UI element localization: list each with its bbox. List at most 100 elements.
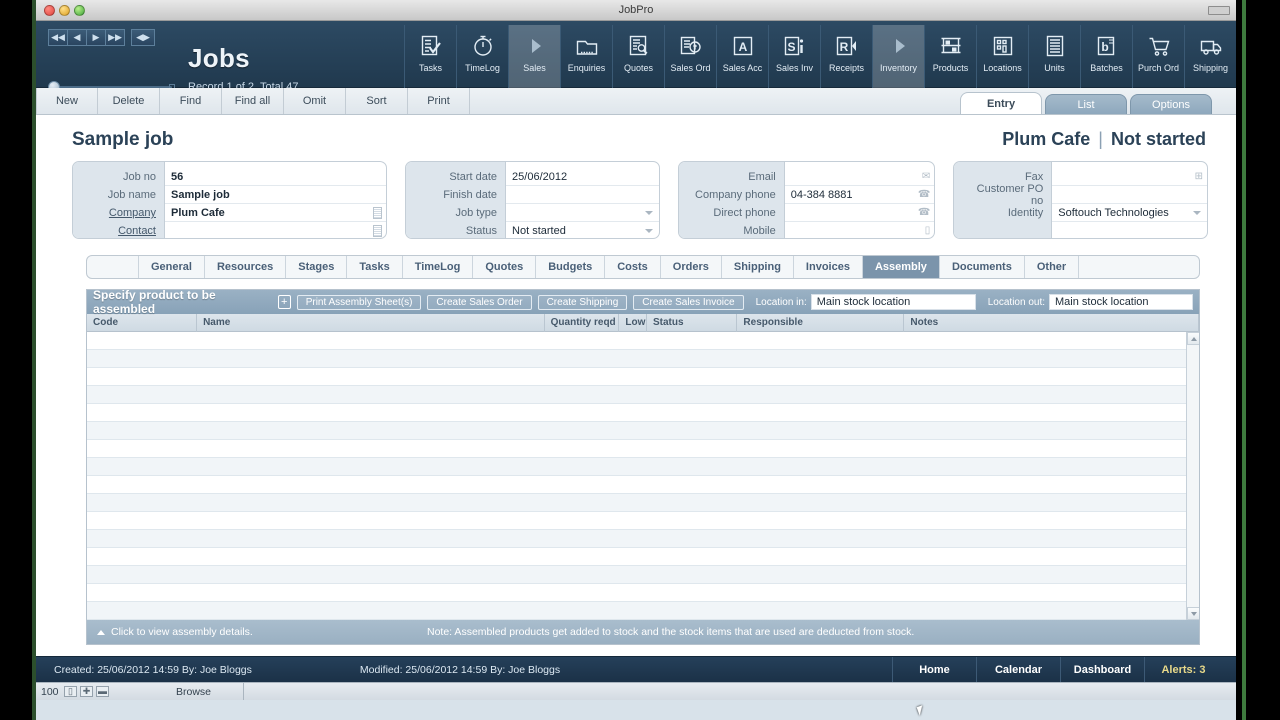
new-button[interactable]: New — [36, 88, 98, 114]
table-row[interactable] — [87, 386, 1199, 404]
mobile-icon[interactable]: ▯ — [925, 225, 931, 237]
table-row[interactable] — [87, 368, 1199, 386]
table-row[interactable] — [87, 530, 1199, 548]
view-assembly-details-link[interactable]: Click to view assembly details. — [111, 626, 253, 638]
contact-field-direct-phone[interactable]: ☎ — [784, 205, 935, 222]
job-field-contact[interactable] — [165, 223, 386, 239]
table-row[interactable] — [87, 422, 1199, 440]
find-button[interactable]: Find — [160, 88, 222, 114]
chevron-down-icon[interactable] — [644, 210, 653, 215]
table-row[interactable] — [87, 458, 1199, 476]
section-tab-resources[interactable]: Resources — [205, 256, 287, 278]
module-button-sales-acc[interactable]: A Sales Acc — [716, 25, 768, 88]
find-all-button[interactable]: Find all — [222, 88, 284, 114]
section-tab-general[interactable]: General — [139, 256, 205, 278]
zoom-in-icon[interactable]: ✚ — [80, 686, 93, 697]
section-tab-assembly[interactable]: Assembly — [862, 256, 940, 278]
alerts-button[interactable]: Alerts: 3 — [1144, 657, 1222, 682]
table-row[interactable] — [87, 494, 1199, 512]
section-tab-documents[interactable]: Documents — [940, 256, 1025, 278]
job-field-company[interactable]: Plum Cafe — [165, 205, 387, 222]
tab-options[interactable]: Options — [1130, 94, 1212, 114]
column-header-code[interactable]: Code — [87, 313, 198, 332]
contact-field-company-phone[interactable]: 04-384 8881 ☎ — [784, 187, 935, 204]
phone-icon[interactable]: ☎ — [918, 207, 930, 219]
identity-field-customer-po-no[interactable] — [1052, 187, 1207, 204]
previous-record-button[interactable]: ◀ — [67, 29, 87, 46]
job-label-contact[interactable]: Contact — [83, 225, 156, 237]
dates-field-finish-date[interactable] — [506, 187, 659, 204]
section-tab-timelog[interactable]: TimeLog — [403, 256, 474, 278]
table-row[interactable] — [87, 332, 1199, 350]
module-button-sales-ord[interactable]: Sales Ord — [664, 25, 716, 88]
scroll-up-icon[interactable] — [1187, 332, 1199, 345]
create-shipping-button[interactable]: Create Shipping — [537, 294, 628, 310]
table-row[interactable] — [87, 602, 1199, 620]
module-button-timelog[interactable]: TimeLog — [456, 25, 508, 88]
assembly-vertical-scrollbar[interactable] — [1186, 332, 1199, 620]
column-header-status[interactable]: Status — [647, 313, 738, 332]
tab-entry[interactable]: Entry — [960, 92, 1042, 114]
list-picker-icon[interactable] — [373, 206, 383, 219]
window-resize-handle[interactable] — [1208, 6, 1230, 15]
section-tab-stages[interactable]: Stages — [286, 256, 348, 278]
table-row[interactable] — [87, 566, 1199, 584]
column-header-low[interactable]: Low — [619, 313, 647, 332]
delete-button[interactable]: Delete — [98, 88, 160, 114]
maximize-icon[interactable] — [74, 5, 85, 16]
module-button-sales[interactable]: Sales — [508, 25, 560, 88]
module-button-purch-ord[interactable]: Purch Ord — [1132, 25, 1184, 88]
section-tab-costs[interactable]: Costs — [605, 256, 661, 278]
section-tab-quotes[interactable]: Quotes — [473, 256, 537, 278]
module-button-batches[interactable]: b Batches — [1080, 25, 1132, 88]
chevron-down-icon[interactable] — [1192, 210, 1201, 215]
section-tab-other[interactable]: Other — [1025, 256, 1080, 278]
column-header-quantity-reqd[interactable]: Quantity reqd — [545, 313, 620, 332]
dates-field-start-date[interactable]: 25/06/2012 — [506, 169, 659, 186]
module-button-products[interactable]: Products — [924, 25, 976, 88]
job-field-job-name[interactable]: Sample job — [165, 187, 387, 204]
print-assembly-sheets-button[interactable]: Print Assembly Sheet(s) — [296, 294, 422, 310]
table-row[interactable] — [87, 548, 1199, 566]
chevron-down-icon[interactable] — [644, 228, 653, 233]
identity-field-identity[interactable]: Softouch Technologies — [1052, 205, 1207, 222]
section-tab-budgets[interactable]: Budgets — [536, 256, 606, 278]
home-button[interactable]: Home — [892, 657, 976, 682]
zoom-out-icon[interactable]: ▯ — [64, 686, 77, 697]
module-button-units[interactable]: Units — [1028, 25, 1080, 88]
dashboard-button[interactable]: Dashboard — [1060, 657, 1144, 682]
module-button-locations[interactable]: Locations — [976, 25, 1028, 88]
first-record-button[interactable]: ◀◀ — [48, 29, 68, 46]
toggle-record-button[interactable]: ◀▶ — [131, 29, 155, 46]
table-row[interactable] — [87, 476, 1199, 494]
section-tab-invoices[interactable]: Invoices — [794, 256, 863, 278]
section-tab-orders[interactable]: Orders — [661, 256, 722, 278]
table-row[interactable] — [87, 350, 1199, 368]
table-row[interactable] — [87, 512, 1199, 530]
location-in-input[interactable]: Main stock location — [810, 294, 976, 310]
omit-button[interactable]: Omit — [284, 88, 346, 114]
section-tab-tasks[interactable]: Tasks — [347, 256, 403, 278]
print-button[interactable]: Print — [408, 88, 470, 114]
module-button-tasks[interactable]: Tasks — [404, 25, 456, 88]
scroll-down-icon[interactable] — [1187, 607, 1199, 620]
phone-icon[interactable]: ☎ — [918, 189, 930, 201]
table-row[interactable] — [87, 404, 1199, 422]
contact-field-email[interactable]: ✉ — [784, 169, 935, 186]
mail-icon[interactable]: ✉ — [922, 171, 930, 183]
module-button-receipts[interactable]: R Receipts — [820, 25, 872, 88]
location-out-input[interactable]: Main stock location — [1049, 294, 1193, 310]
column-header-notes[interactable]: Notes — [904, 313, 1199, 332]
dates-field-status[interactable]: Not started — [506, 223, 659, 239]
section-tab-shipping[interactable]: Shipping — [722, 256, 794, 278]
last-record-button[interactable]: ▶▶ — [105, 29, 125, 46]
sort-button[interactable]: Sort — [346, 88, 408, 114]
module-button-enquiries[interactable]: Enquiries — [560, 25, 612, 88]
job-label-company[interactable]: Company — [83, 207, 156, 219]
table-row[interactable] — [87, 440, 1199, 458]
close-icon[interactable] — [44, 5, 55, 16]
next-record-button[interactable]: ▶ — [86, 29, 106, 46]
identity-field-blank[interactable] — [1052, 223, 1207, 239]
minimize-icon[interactable] — [59, 5, 70, 16]
list-picker-icon[interactable] — [373, 224, 383, 237]
